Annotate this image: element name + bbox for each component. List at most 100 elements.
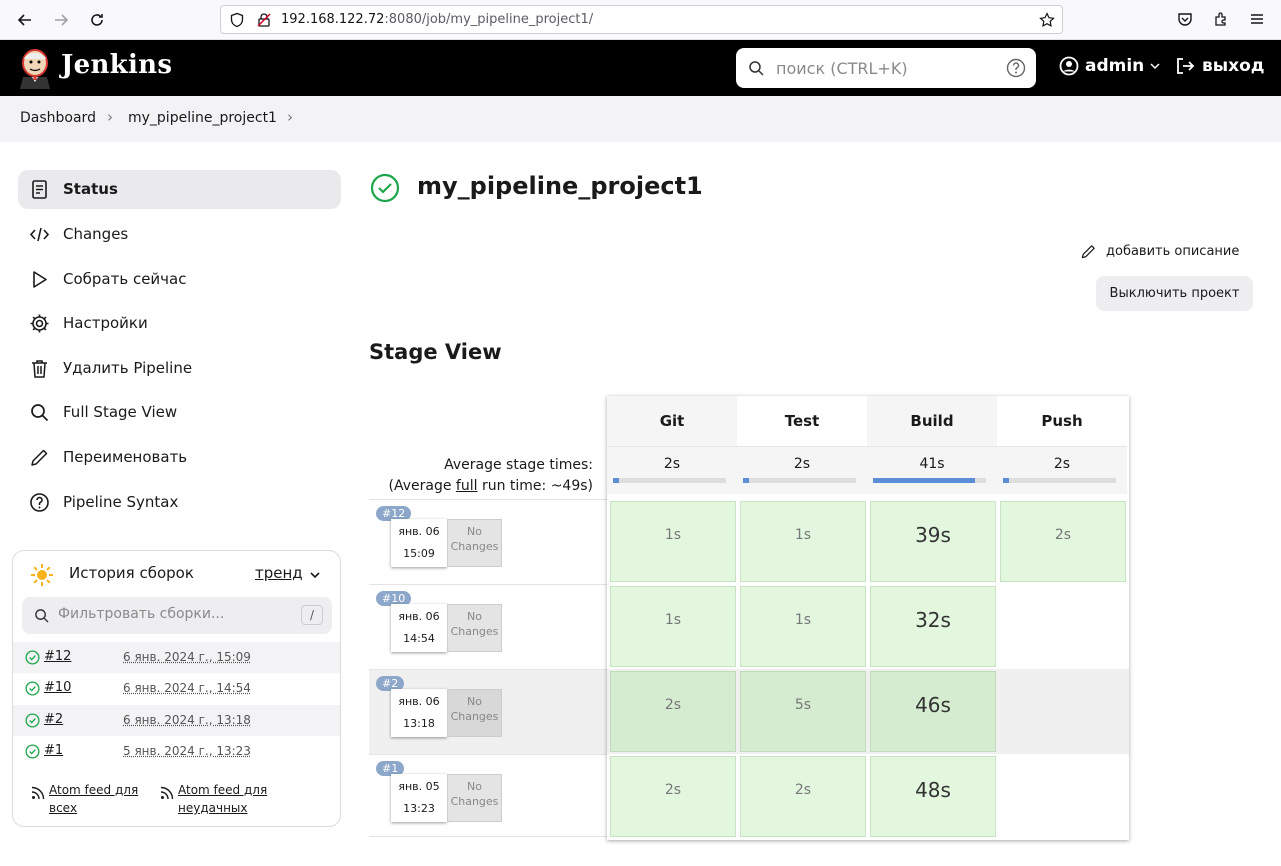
average-bar	[873, 478, 986, 483]
pocket-icon[interactable]	[1177, 11, 1193, 27]
breadcrumb-project[interactable]: my_pipeline_project1	[128, 110, 277, 126]
run-date-time: 14:54	[403, 632, 435, 645]
sidebar-item-status[interactable]: Status	[18, 170, 341, 209]
build-number-link[interactable]: #1	[44, 743, 63, 758]
help-circle-icon[interactable]	[1006, 58, 1026, 78]
run-row: #12 янв. 06 15:09 No Changes	[369, 499, 607, 584]
breadcrumb-separator-icon[interactable]: ›	[287, 108, 293, 126]
build-number-link[interactable]: #2	[44, 712, 63, 727]
stage-header-push: Push	[997, 396, 1127, 446]
bookmark-star-icon[interactable]	[1039, 12, 1055, 28]
atom-feed-failed-link[interactable]: Atom feed для неудачных	[178, 781, 288, 817]
build-date-link[interactable]: 6 янв. 2024 г., 15:09	[123, 650, 251, 664]
average-run-suffix: run time: ~49s)	[477, 478, 593, 494]
breadcrumb-dashboard[interactable]: Dashboard	[20, 110, 96, 126]
build-row[interactable]: #10 6 янв. 2024 г., 14:54	[13, 673, 340, 704]
no-changes-box[interactable]: No Changes	[447, 604, 502, 652]
stage-cell[interactable]: 2s	[1000, 501, 1126, 582]
disable-project-button[interactable]: Выключить проект	[1096, 276, 1253, 311]
sidebar-item-delete[interactable]: Удалить Pipeline	[18, 349, 341, 388]
no-changes-box[interactable]: No Changes	[447, 689, 502, 737]
chevron-down-icon[interactable]	[309, 569, 321, 581]
stage-view-table: Git Test Build Push 2s 2s 41s 2s 1s 1s 3…	[607, 396, 1129, 840]
back-button[interactable]	[13, 8, 37, 32]
stage-cell[interactable]: 2s	[740, 756, 866, 837]
jenkins-logo-icon[interactable]	[18, 47, 52, 89]
build-history-panel: История сборок тренд / #12 6 янв. 2024 г…	[12, 550, 341, 827]
build-date-link[interactable]: 5 янв. 2024 г., 13:23	[123, 744, 251, 758]
sidebar-item-settings[interactable]: Настройки	[18, 304, 341, 343]
no-changes-box[interactable]: No Changes	[447, 519, 502, 567]
success-check-icon	[370, 173, 400, 203]
stage-cell[interactable]: 39s	[870, 501, 996, 582]
code-icon	[29, 227, 50, 242]
build-row[interactable]: #1 5 янв. 2024 г., 13:23	[13, 736, 340, 767]
build-row[interactable]: #2 6 янв. 2024 г., 13:18	[13, 705, 340, 736]
url-path: :8080/job/my_pipeline_project1/	[384, 12, 594, 27]
stage-cell[interactable]: 1s	[740, 501, 866, 582]
stage-cell[interactable]: 5s	[740, 671, 866, 752]
sidebar-item-full-stage-view[interactable]: Full Stage View	[18, 393, 341, 432]
app-title[interactable]: Jenkins	[61, 50, 172, 80]
sidebar-item-changes[interactable]: Changes	[18, 215, 341, 254]
add-description-label: добавить описание	[1106, 244, 1240, 259]
search-input[interactable]	[776, 56, 996, 80]
sidebar-item-build-now[interactable]: Собрать сейчас	[18, 260, 341, 299]
average-stage-times-text: Average stage times:	[444, 457, 593, 473]
add-description-link[interactable]: добавить описание	[1080, 243, 1239, 260]
run-date: янв. 06 15:09	[391, 519, 447, 567]
build-row[interactable]: #12 6 янв. 2024 г., 15:09	[13, 642, 340, 673]
page-title: my_pipeline_project1	[417, 172, 703, 200]
play-icon	[33, 271, 47, 288]
full-run-link[interactable]: full	[456, 478, 478, 494]
arrow-right-icon	[55, 14, 69, 26]
user-menu[interactable]: admin	[1059, 56, 1161, 76]
shield-icon	[230, 12, 244, 28]
rss-icon	[31, 786, 45, 800]
stage-average-value: 2s	[793, 456, 811, 472]
success-check-icon	[25, 650, 40, 665]
stage-cell[interactable]: 2s	[610, 756, 736, 837]
address-bar[interactable]: 192.168.122.72:8080/job/my_pipeline_proj…	[220, 5, 1063, 34]
sidebar-item-rename[interactable]: Переименовать	[18, 438, 341, 477]
pencil-icon	[1081, 245, 1095, 259]
stage-cell[interactable]: 32s	[870, 586, 996, 667]
average-bar-fill	[743, 478, 749, 483]
stage-average: 2s	[607, 446, 737, 494]
logout-link[interactable]: выход	[1175, 56, 1265, 76]
logout-label: выход	[1202, 56, 1265, 76]
stage-cell[interactable]: 48s	[870, 756, 996, 837]
run-date-time: 13:23	[403, 802, 435, 815]
run-date: янв. 06 14:54	[391, 604, 447, 652]
stage-cell[interactable]: 1s	[610, 501, 736, 582]
forward-button[interactable]	[49, 8, 73, 32]
build-date-link[interactable]: 6 янв. 2024 г., 14:54	[123, 681, 251, 695]
stage-cell[interactable]: 1s	[610, 586, 736, 667]
build-number-link[interactable]: #10	[44, 680, 71, 695]
weather-sunny-icon	[31, 564, 53, 586]
sidebar-item-label: Status	[63, 180, 118, 198]
menu-icon[interactable]	[1249, 11, 1265, 27]
stage-cell[interactable]: 46s	[870, 671, 996, 752]
reload-button[interactable]	[85, 8, 109, 32]
stage-cell[interactable]: 2s	[610, 671, 736, 752]
build-number-link[interactable]: #12	[44, 649, 71, 664]
global-search[interactable]	[736, 48, 1036, 88]
sidebar-item-pipeline-syntax[interactable]: Pipeline Syntax	[18, 483, 341, 522]
stage-cell[interactable]: 1s	[740, 586, 866, 667]
stage-header-git: Git	[607, 396, 737, 446]
atom-feed-all-link[interactable]: Atom feed для всех	[49, 781, 149, 817]
no-changes-box[interactable]: No Changes	[447, 774, 502, 822]
trend-link[interactable]: тренд	[255, 564, 303, 582]
average-bar	[1003, 478, 1116, 483]
sidebar-item-label: Настройки	[63, 314, 148, 332]
run-date: янв. 05 13:23	[391, 774, 447, 822]
build-date-link[interactable]: 6 янв. 2024 г., 13:18	[123, 713, 251, 727]
extensions-icon[interactable]	[1213, 11, 1229, 27]
breadcrumb-separator-icon: ›	[107, 108, 113, 126]
logout-icon	[1177, 58, 1195, 74]
build-filter-input[interactable]	[58, 606, 288, 622]
status-icon	[32, 180, 47, 199]
user-name: admin	[1085, 56, 1145, 76]
build-filter[interactable]: /	[22, 597, 332, 634]
